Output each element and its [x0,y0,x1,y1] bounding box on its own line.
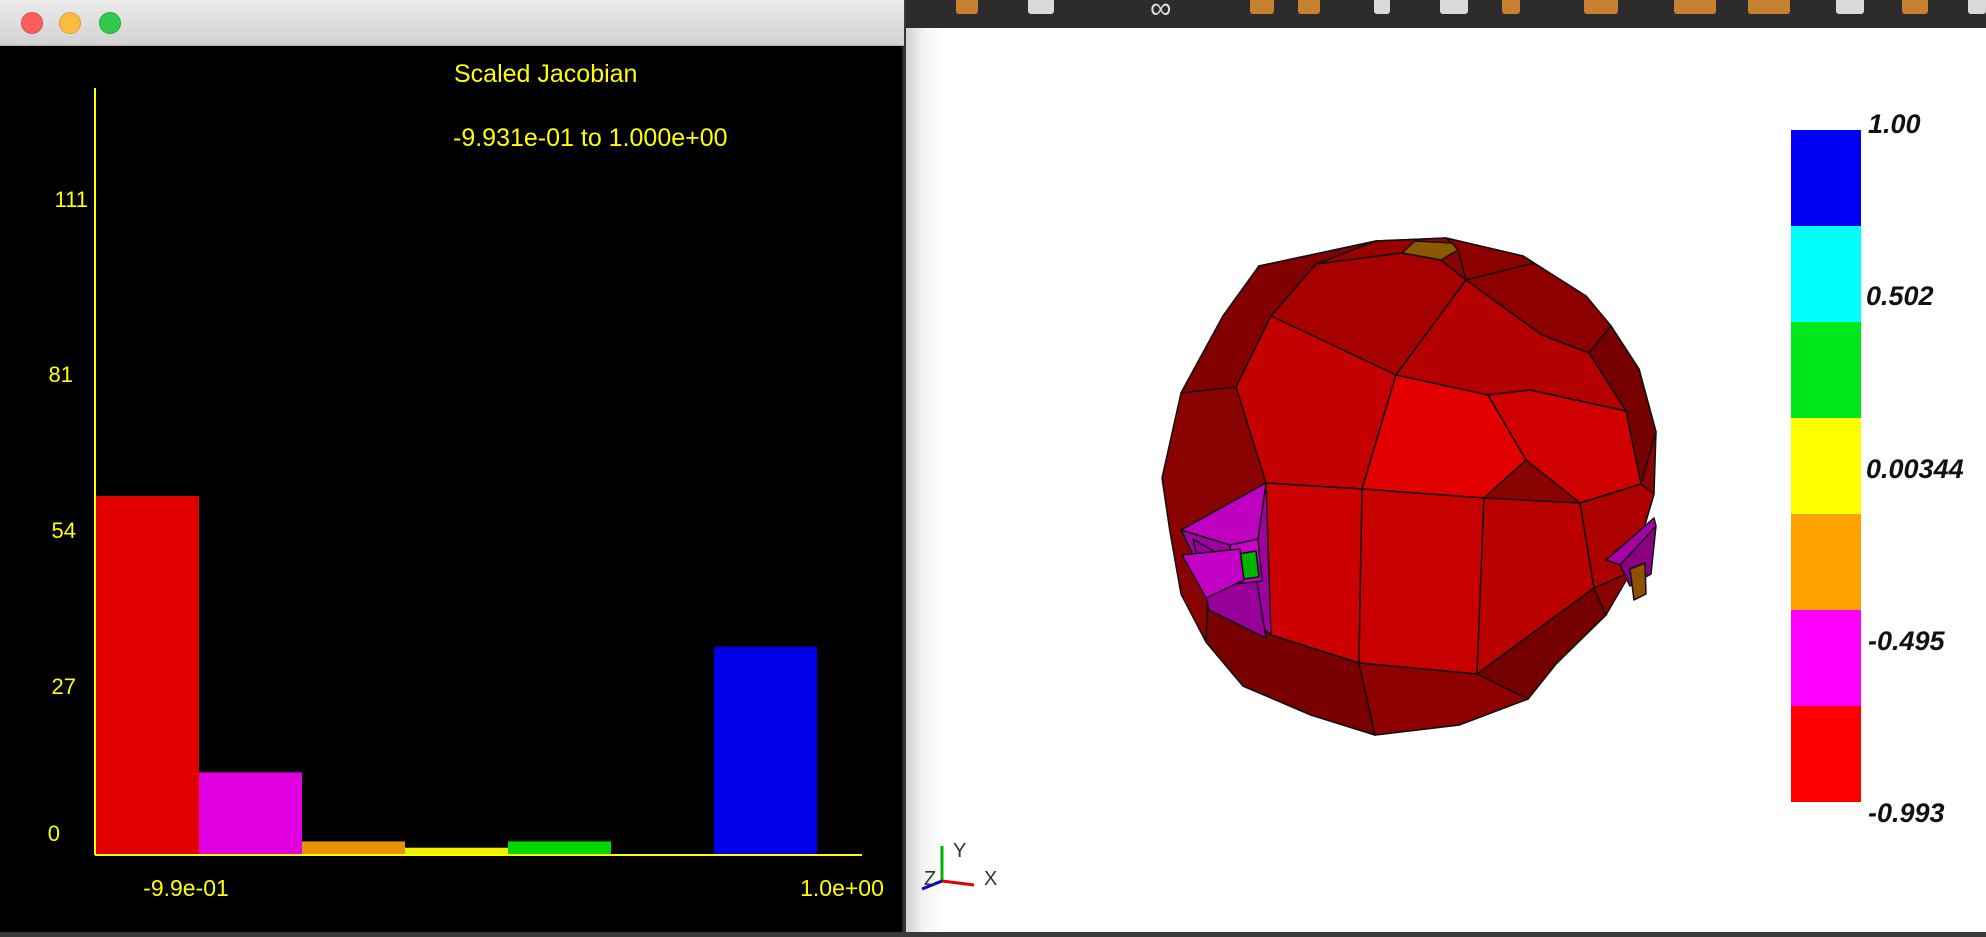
zoom-window-button[interactable] [99,12,121,34]
x-min-label: -9.9e-01 [143,875,229,901]
y-tick-label: 0 [48,821,60,846]
tool-icon[interactable] [1028,0,1054,14]
infinity-icon[interactable]: ∞ [1150,0,1171,26]
histogram-window: Scaled Jacobian -9.931e-01 to 1.000e+00 … [0,0,904,932]
tool-icon[interactable] [1298,0,1320,14]
y-axis-label: Y [953,840,966,862]
y-tick-label: 27 [52,674,76,699]
mesh-sphere[interactable] [1161,237,1657,736]
y-tick-label: 54 [52,518,76,543]
minimize-window-button[interactable] [59,12,81,34]
tool-icon[interactable] [1502,0,1520,14]
toolbar: ∞ [906,0,1986,28]
tool-icon[interactable] [1836,0,1864,14]
histogram-bar [96,496,199,854]
tool-icon[interactable] [1968,0,1986,14]
histogram-title: Scaled Jacobian [454,60,637,88]
histogram-bar [508,841,611,854]
tool-icon[interactable] [1584,0,1618,14]
x-axis-label: X [984,868,997,890]
tool-icon[interactable] [1748,0,1790,14]
window-titlebar[interactable] [0,0,904,46]
legend-swatch [1791,226,1861,322]
tool-icon[interactable] [1902,0,1928,14]
legend-swatch [1791,418,1861,514]
y-tick-label: 81 [49,362,73,387]
legend-label: 1.00 [1868,109,1921,139]
histogram-bar [405,847,508,854]
legend-swatch [1791,514,1861,610]
x-max-label: 1.0e+00 [800,875,884,901]
legend-swatch [1791,130,1861,226]
legend-label: 0.00344 [1866,454,1964,484]
legend-label: -0.993 [1868,798,1945,828]
histogram-bar [302,841,405,854]
histogram-bar [714,646,817,854]
legend-swatch [1791,322,1861,418]
histogram-plot: Scaled Jacobian -9.931e-01 to 1.000e+00 … [0,46,904,932]
tool-icon[interactable] [1374,0,1390,14]
legend-swatch [1791,610,1861,706]
legend-swatch [1791,706,1861,802]
render-viewport[interactable]: Y Z X 1.00 0.502 0.00344 -0.495 -0.993 [906,28,1986,932]
axes-triad: Y Z X [921,840,997,891]
histogram-bar [199,772,302,854]
tool-icon[interactable] [1674,0,1716,14]
histogram-bars [96,496,817,854]
legend-label: 0.502 [1866,281,1934,311]
histogram-range: -9.931e-01 to 1.000e+00 [453,124,728,152]
z-axis-label: Z [924,868,936,890]
color-legend: 1.00 0.502 0.00344 -0.495 -0.993 [1791,109,1964,828]
y-tick-label: 111 [55,187,88,212]
tool-icon[interactable] [1440,0,1468,14]
tool-icon[interactable] [956,0,978,14]
legend-label: -0.495 [1868,626,1946,656]
close-window-button[interactable] [21,12,43,34]
tool-icon[interactable] [1250,0,1274,14]
